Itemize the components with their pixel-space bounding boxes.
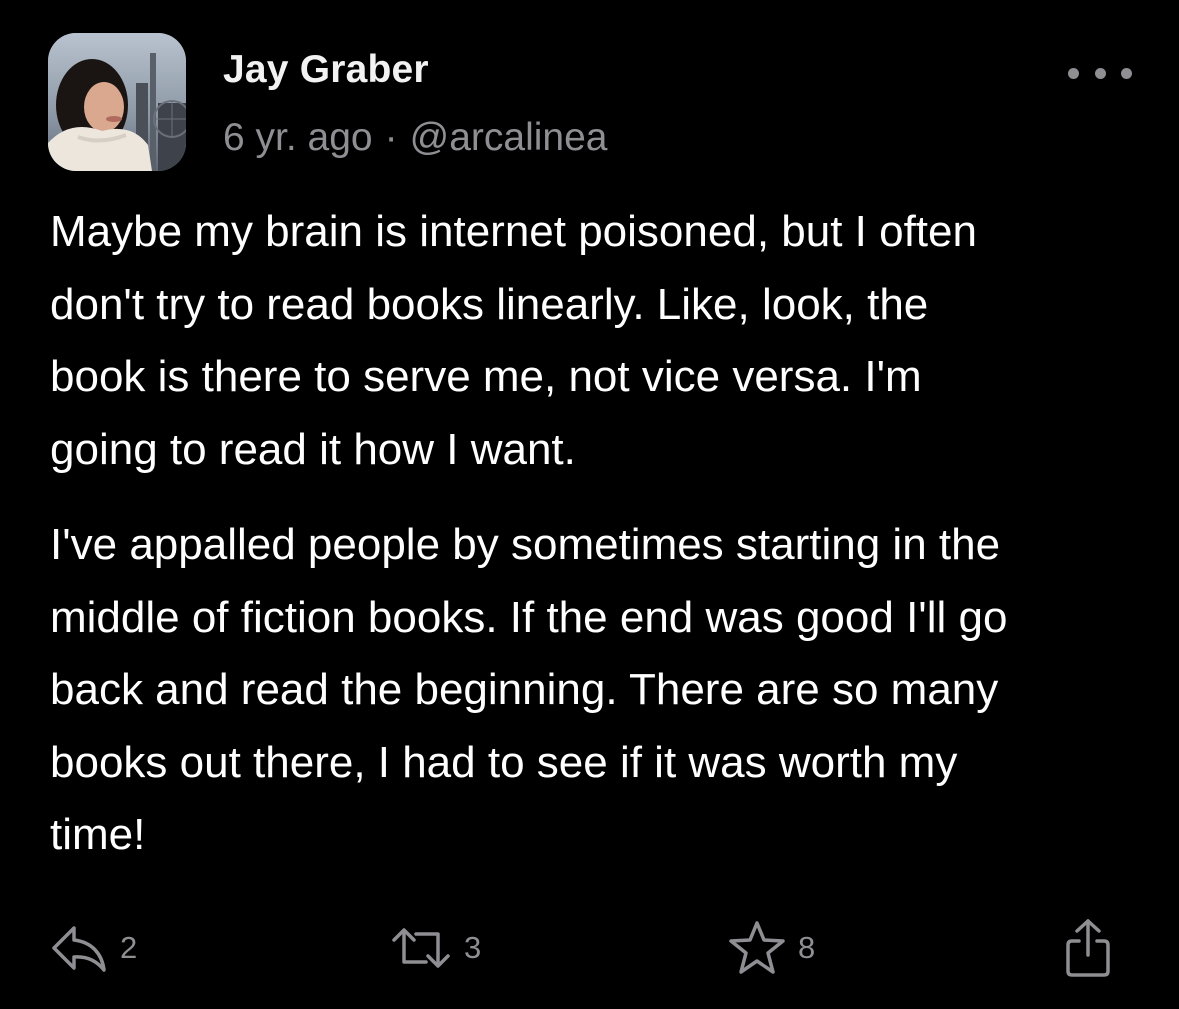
star-icon (729, 921, 785, 974)
repost-icon (392, 928, 450, 968)
post-body-line: I've appalled people by sometimes starti… (50, 520, 1001, 569)
post-meta: 6 yr. ago · @arcalinea (223, 116, 607, 160)
share-button[interactable] (1062, 916, 1114, 980)
author-display-name[interactable]: Jay Graber (223, 48, 429, 92)
reply-button[interactable]: 2 (50, 916, 137, 980)
post-body-line: books out there, I had to see if it was … (50, 737, 958, 787)
like-button[interactable]: 8 (728, 916, 815, 980)
reply-icon (52, 926, 106, 972)
like-count: 8 (798, 930, 816, 965)
post-body-line: Maybe my brain is internet poisoned, but… (50, 207, 977, 256)
post-card[interactable]: Jay Graber 6 yr. ago · @arcalinea Maybe my… (0, 0, 1179, 1009)
post-body-paragraph-2: I've appalled people by sometimes starti… (50, 509, 1160, 872)
repost-button[interactable]: 3 (390, 916, 481, 980)
post-body-line: middle of fiction books. If the end was … (50, 592, 1008, 642)
profile-photo-icon (48, 33, 186, 171)
ellipsis-horizontal-icon (1121, 67, 1132, 79)
post-timestamp[interactable]: 6 yr. ago (223, 116, 373, 159)
author-handle[interactable]: @arcalinea (410, 116, 608, 159)
meta-separator: · (384, 116, 398, 159)
ellipsis-horizontal-icon (1068, 67, 1079, 79)
post-body-line: book is there to serve me, not vice vers… (50, 352, 922, 401)
post-body-line: back and read the beginning. There are s… (50, 665, 999, 714)
more-options-button[interactable] (1068, 60, 1132, 86)
post-body-line: time! (50, 810, 146, 859)
reply-count: 2 (120, 930, 138, 965)
share-icon (1066, 919, 1110, 977)
post-body-line: don't try to read books linearly. Like, … (50, 279, 929, 329)
post-body-paragraph-1: Maybe my brain is internet poisoned, but… (50, 196, 1160, 486)
author-avatar[interactable] (48, 33, 186, 171)
repost-count: 3 (464, 930, 482, 965)
ellipsis-horizontal-icon (1094, 67, 1106, 79)
post-body-line: going to read it how I want. (50, 424, 576, 474)
